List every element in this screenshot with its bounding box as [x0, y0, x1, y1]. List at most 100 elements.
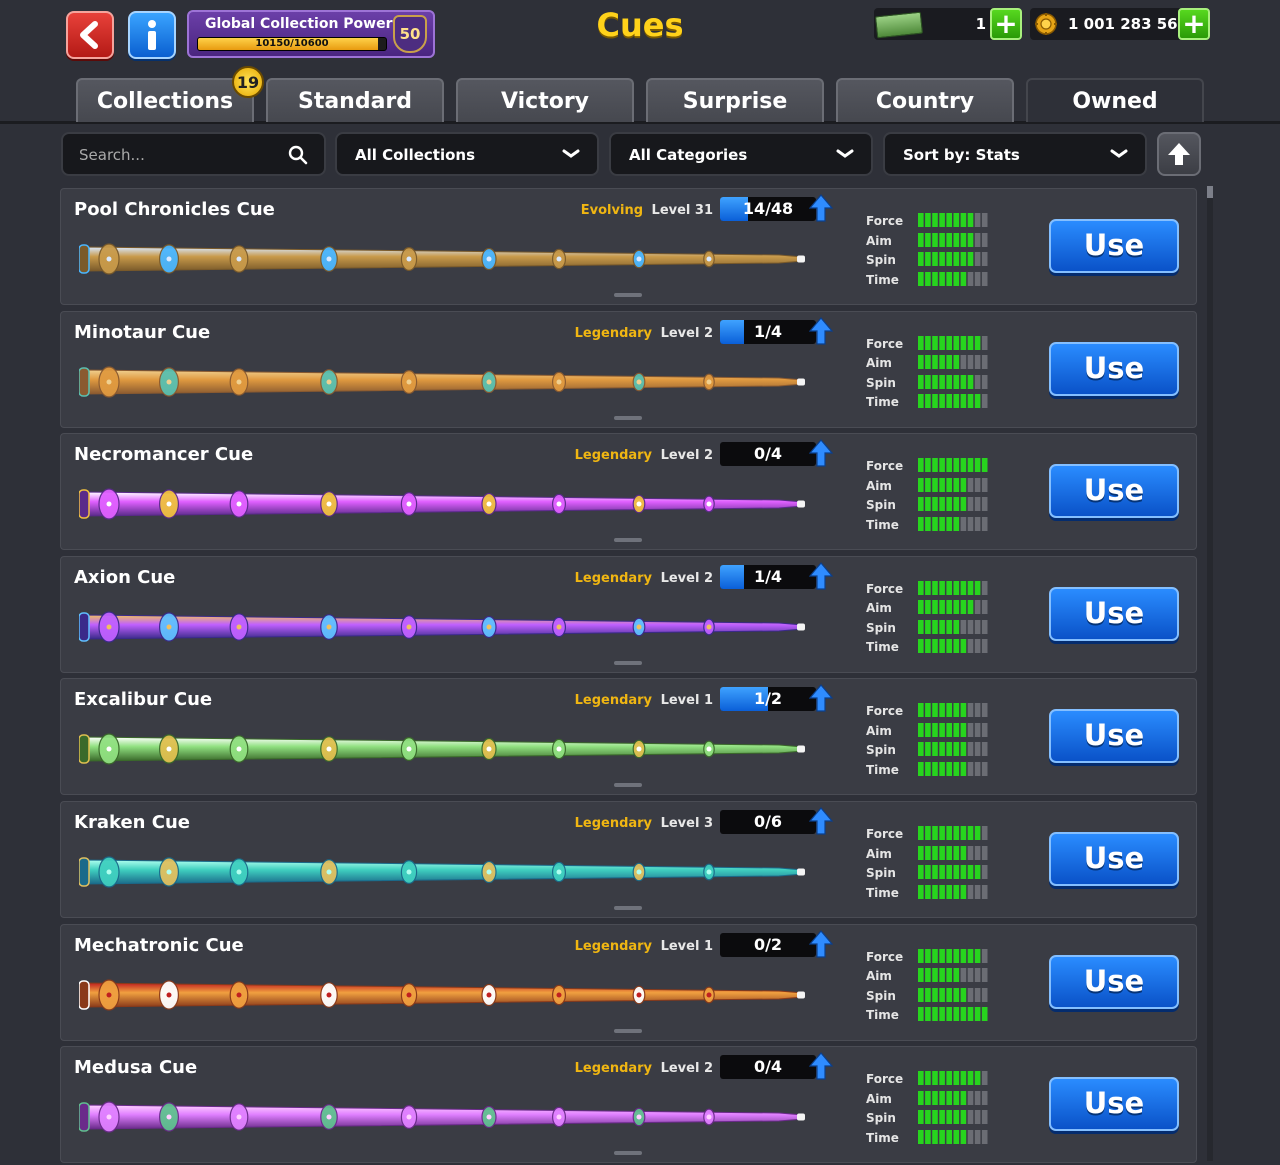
cue-row[interactable]: Necromancer Cue Legendary Level 2 0/4 Fo… — [60, 433, 1197, 551]
list-scrollbar[interactable] — [1207, 186, 1213, 1161]
use-cue-button[interactable]: Use — [1049, 709, 1179, 764]
cash-counter: 1 + — [874, 8, 1022, 40]
stat-segment — [981, 639, 988, 654]
stat-segment — [974, 580, 981, 595]
stat-segment — [967, 761, 974, 776]
stat-segment — [960, 213, 967, 227]
upgrade-arrow-icon[interactable] — [809, 194, 833, 222]
stat-segment — [953, 232, 960, 247]
use-cue-button[interactable]: Use — [1049, 832, 1179, 886]
stat-label: Spin — [866, 498, 896, 513]
expand-handle[interactable] — [614, 1151, 642, 1156]
use-cue-button[interactable]: Use — [1049, 464, 1179, 519]
stat-label: Force — [866, 704, 904, 719]
stat-segment — [974, 722, 981, 737]
add-coins-button[interactable]: + — [1178, 8, 1210, 40]
stat-row-spin: Spin — [866, 740, 991, 760]
sort-direction-button[interactable] — [1157, 132, 1201, 176]
upgrade-arrow-icon[interactable] — [809, 684, 833, 712]
stat-segment — [953, 1071, 960, 1086]
stat-segment — [946, 884, 952, 899]
collection-dropdown[interactable]: All Collections — [335, 132, 599, 176]
chevron-down-icon — [836, 149, 854, 158]
collection-power-panel[interactable]: Global Collection Power 10150/10600 50 — [187, 10, 435, 58]
cue-row[interactable]: Mechatronic Cue Legendary Level 1 0/2 Fo… — [60, 923, 1197, 1041]
collection-level-shield-icon: 50 — [393, 15, 427, 53]
cue-row[interactable]: Axion Cue Legendary Level 2 1/4 Force Aim… — [60, 555, 1197, 673]
stat-segment — [967, 703, 974, 718]
category-dropdown[interactable]: All Categories — [609, 132, 873, 176]
stat-bar — [918, 968, 988, 983]
upgrade-arrow-icon[interactable] — [809, 561, 833, 590]
search-box[interactable] — [61, 132, 326, 176]
scrollbar-thumb[interactable] — [1207, 186, 1213, 198]
stat-segment — [974, 1129, 981, 1144]
upgrade-arrow-icon[interactable] — [809, 439, 833, 467]
back-button[interactable] — [66, 11, 114, 59]
stat-label: Aim — [866, 478, 892, 493]
stat-segment — [960, 703, 967, 718]
info-button[interactable] — [128, 11, 176, 59]
cue-row[interactable]: Minotaur Cue Legendary Level 2 1/4 Force… — [60, 310, 1197, 428]
chevron-down-icon — [562, 149, 580, 158]
stat-segment — [960, 722, 967, 737]
stat-segment — [981, 619, 988, 634]
expand-handle[interactable] — [614, 415, 642, 420]
stat-segment — [974, 987, 981, 1002]
upgrade-arrow-icon[interactable] — [809, 807, 833, 835]
stat-segment — [981, 722, 988, 737]
stat-segment — [939, 948, 945, 963]
stat-segment — [918, 884, 924, 899]
use-cue-button[interactable]: Use — [1049, 954, 1179, 1009]
stat-bar — [918, 639, 988, 654]
cue-row[interactable]: Pool Chronicles Cue Evolving Level 31 14… — [60, 188, 1197, 305]
cue-upgrade-progress-text: 0/6 — [753, 812, 783, 831]
search-icon[interactable] — [288, 145, 308, 165]
stat-segment — [939, 374, 945, 389]
stat-segment — [967, 477, 974, 492]
cue-upgrade-progress-text: 1/4 — [753, 321, 783, 341]
cue-row[interactable]: Kraken Cue Legendary Level 3 0/6 Force Ai… — [60, 801, 1197, 918]
stat-segment — [946, 1071, 952, 1086]
cue-upgrade-progress-text: 0/4 — [753, 1057, 783, 1077]
stat-label: Aim — [866, 356, 892, 371]
cash-value: 1 — [975, 15, 986, 33]
tab-victory[interactable]: Victory — [456, 78, 634, 122]
stat-bar — [918, 516, 988, 531]
tab-collections[interactable]: Collections — [76, 78, 254, 122]
expand-handle[interactable] — [614, 660, 642, 665]
use-cue-button[interactable]: Use — [1049, 341, 1179, 396]
upgrade-arrow-icon[interactable] — [809, 929, 833, 958]
stat-segment — [939, 1090, 945, 1105]
stat-segment — [981, 374, 988, 389]
expand-handle[interactable] — [614, 538, 642, 543]
expand-handle[interactable] — [614, 293, 642, 297]
upgrade-arrow-icon[interactable] — [809, 316, 833, 345]
stat-segment — [953, 335, 960, 350]
stat-label: Aim — [866, 723, 892, 738]
expand-handle[interactable] — [614, 906, 642, 910]
stat-row-aim: Aim — [866, 844, 991, 864]
stat-segment — [932, 948, 938, 963]
use-cue-button[interactable]: Use — [1049, 1077, 1179, 1132]
tab-country[interactable]: Country — [836, 78, 1014, 122]
upgrade-arrow-icon[interactable] — [809, 1052, 833, 1080]
cue-level: Level 2 — [660, 325, 713, 341]
sort-dropdown[interactable]: Sort by: Stats — [883, 132, 1147, 176]
stat-segment — [953, 948, 960, 963]
cue-row[interactable]: Medusa Cue Legendary Level 2 0/4 Force Ai… — [60, 1046, 1197, 1164]
tab-standard[interactable]: Standard — [266, 78, 444, 122]
expand-handle[interactable] — [614, 1028, 642, 1033]
tab-surprise[interactable]: Surprise — [646, 78, 824, 122]
cue-row[interactable]: Excalibur Cue Legendary Level 1 1/2 Forc… — [60, 678, 1197, 796]
cue-rarity: Legendary — [574, 938, 653, 954]
tab-owned[interactable]: Owned — [1026, 78, 1204, 122]
search-input[interactable] — [79, 144, 279, 166]
add-cash-button[interactable]: + — [990, 8, 1022, 40]
expand-handle[interactable] — [614, 783, 642, 788]
stat-row-aim: Aim — [866, 1089, 991, 1109]
use-cue-button[interactable]: Use — [1049, 586, 1179, 641]
stat-segment — [960, 987, 967, 1002]
stat-segment — [974, 355, 981, 370]
use-cue-button[interactable]: Use — [1049, 219, 1179, 273]
